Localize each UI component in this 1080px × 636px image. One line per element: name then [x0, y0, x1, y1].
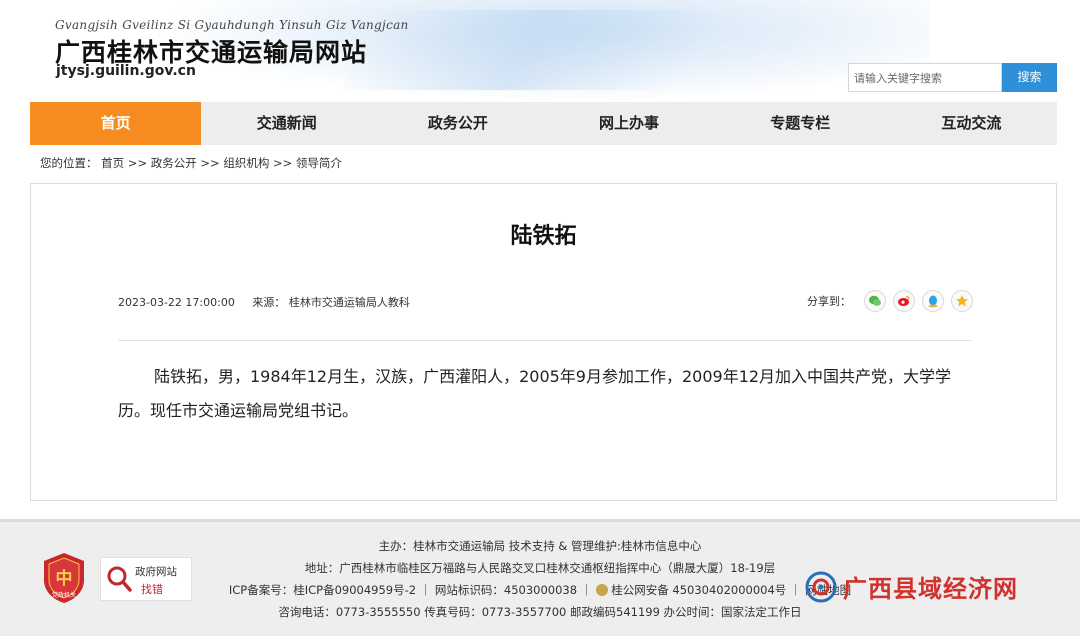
qq-icon[interactable]: [922, 290, 944, 312]
watermark-text: 广西县域经济网: [843, 574, 1018, 603]
qzone-icon[interactable]: [951, 290, 973, 312]
footer-host: 主办：桂林市交通运输局 技术支持 & 管理维护:桂林市信息中心: [378, 539, 702, 553]
nav-item-interaction[interactable]: 互动交流: [886, 102, 1057, 145]
article-source: 来源： 桂林市交通运输局人教科: [252, 296, 410, 309]
site-domain: jtysj.guilin.gov.cn: [56, 63, 196, 79]
nav-item-gov-affairs[interactable]: 政务公开: [372, 102, 543, 145]
zhuang-title: Gvangjsih Gveilinz Si Gyauhdungh Yinsuh …: [55, 18, 409, 32]
nav-item-news[interactable]: 交通新闻: [201, 102, 372, 145]
article-date: 2023-03-22 17:00:00: [118, 296, 235, 309]
article-panel: 陆铁拓 2023-03-22 17:00:00 来源： 桂林市交通运输局人教科 …: [30, 183, 1057, 501]
footer-contact: 咨询电话：0773-3555550 传真号码：0773-3557700 邮政编码…: [278, 605, 802, 619]
footer-icp[interactable]: ICP备案号：桂ICP备09004959号-2 ｜ 网站标识码：45030000…: [229, 583, 592, 597]
share-bar: 分享到：: [807, 290, 973, 312]
weibo-icon[interactable]: [893, 290, 915, 312]
watermark-logo-icon: [805, 571, 837, 602]
search-button[interactable]: 搜索: [1002, 63, 1057, 92]
article-title: 陆铁拓: [510, 224, 577, 249]
breadcrumb[interactable]: 您的位置： 首页 >> 政务公开 >> 组织机构 >> 领导简介: [40, 155, 342, 171]
article-body: 陆铁拓，男，1984年12月生，汉族，广西灌阳人，2005年9月参加工作，200…: [118, 367, 952, 420]
article-divider: [118, 340, 971, 341]
police-badge-icon: [596, 584, 609, 596]
main-nav: 首页 交通新闻 政务公开 网上办事 专题专栏 互动交流: [30, 102, 1057, 145]
nav-item-home[interactable]: 首页: [30, 102, 202, 145]
wechat-icon[interactable]: [864, 290, 886, 312]
nav-item-special-topics[interactable]: 专题专栏: [715, 102, 886, 145]
header-light-streak: [341, 10, 799, 90]
watermark: 广西县域经济网: [805, 569, 1018, 604]
share-label: 分享到：: [807, 295, 851, 308]
site-header: Gvangjsih Gveilinz Si Gyauhdungh Yinsuh …: [0, 0, 1080, 102]
nav-item-online-services[interactable]: 网上办事: [543, 102, 714, 145]
article-meta: 2023-03-22 17:00:00 来源： 桂林市交通运输局人教科: [118, 294, 424, 310]
search-input[interactable]: 请输入关键字搜索: [848, 63, 1002, 92]
